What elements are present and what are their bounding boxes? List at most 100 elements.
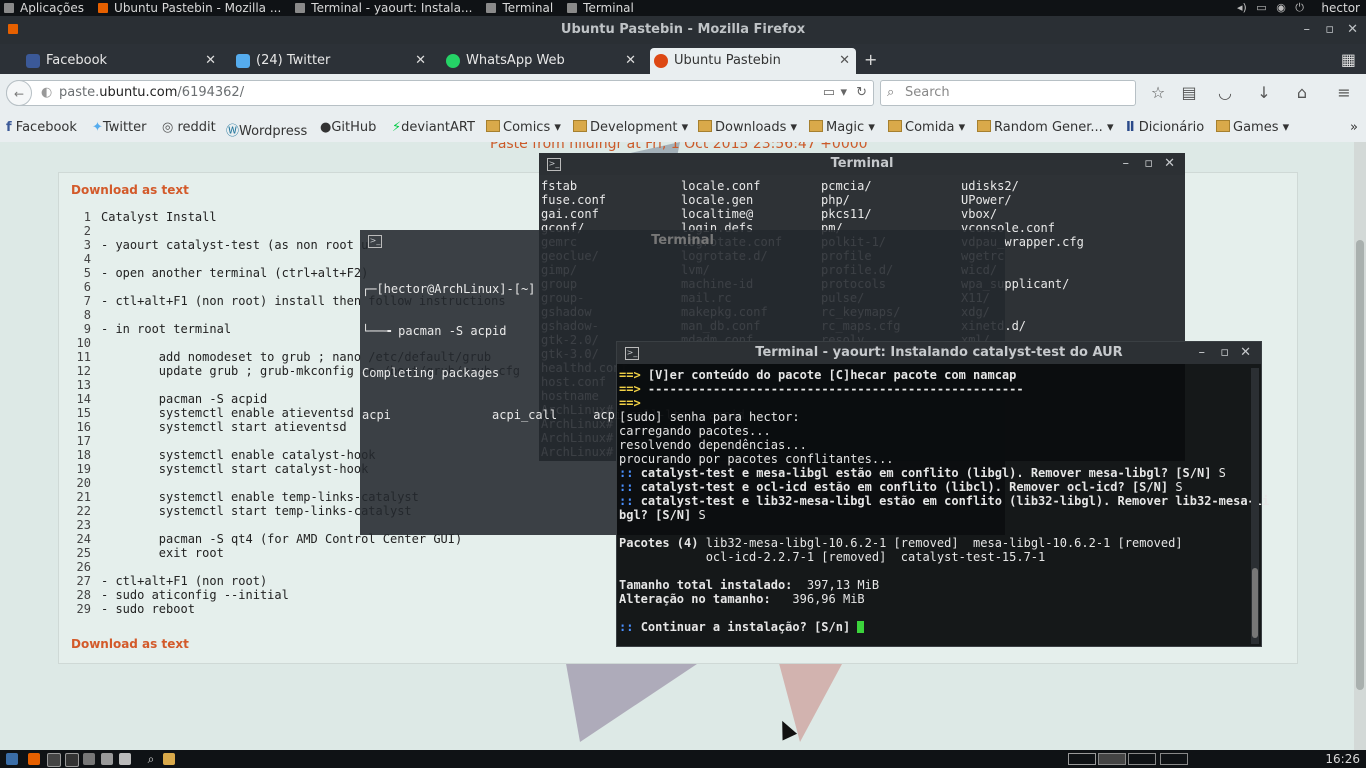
apps-menu[interactable]: Aplicações [0, 0, 84, 16]
taskbar-item-terminal-1[interactable]: Terminal [482, 0, 553, 16]
notes-launcher-icon[interactable] [119, 753, 131, 765]
tab-list-icon[interactable]: ▦ [1341, 50, 1356, 69]
site-info-icon[interactable]: ◐ [41, 81, 52, 105]
bookmark-star-icon[interactable]: ☆ [1148, 83, 1168, 103]
line-number: 6 [83, 280, 91, 294]
page-scrollbar[interactable] [1354, 142, 1366, 750]
home-icon[interactable]: ⌂ [1292, 83, 1312, 103]
bookmark-github[interactable]: ●GitHub [320, 120, 376, 135]
volume-icon[interactable]: ◂) [1237, 1, 1247, 14]
download-as-text-link[interactable]: Download as text [71, 183, 189, 197]
folder-icon [888, 120, 902, 132]
reader-view-icon[interactable]: ▭ [823, 81, 835, 105]
tab-whatsapp[interactable]: WhatsApp Web ✕ [442, 48, 642, 74]
tab-strip: Facebook ✕ (24) Twitter ✕ WhatsApp Web ✕ Ub… [0, 44, 1366, 74]
terminal-icon [486, 3, 497, 13]
tab-ubuntu-pastebin[interactable]: Ubuntu Pastebin ✕ [650, 48, 856, 74]
user-menu[interactable]: hector [1321, 0, 1360, 16]
close-tab-icon[interactable]: ✕ [415, 48, 426, 74]
folder-icon[interactable] [163, 753, 175, 765]
line-number: 25 [76, 546, 91, 560]
bookmark-folder-comics[interactable]: Comics ▾ [486, 120, 561, 135]
editor-launcher-icon[interactable] [101, 753, 113, 765]
network-icon[interactable]: ◉ [1276, 1, 1286, 14]
close-button[interactable]: ✕ [1240, 342, 1251, 364]
terminal-icon: >_ [625, 347, 639, 360]
firefox-launcher-icon[interactable] [28, 753, 40, 765]
scrollbar-thumb[interactable] [1356, 240, 1364, 690]
bookmark-dicionario[interactable]: Ⅱ Dicionário [1126, 120, 1204, 135]
menu-icon[interactable]: ≡ [1334, 83, 1354, 103]
minimize-button[interactable]: – [1199, 342, 1206, 364]
dropdown-icon[interactable]: ▾ [840, 81, 847, 105]
terminal-entry: udisks2/ [961, 179, 1019, 193]
ubuntu-icon [654, 54, 668, 68]
close-button[interactable]: ✕ [1164, 153, 1175, 175]
reddit-icon: ◎ [162, 120, 174, 135]
reading-list-icon[interactable]: ▤ [1179, 83, 1199, 103]
taskbar-item-firefox[interactable]: Ubuntu Pastebin - Mozilla ... [94, 0, 281, 16]
search-input[interactable]: ⌕ Search [880, 80, 1136, 106]
maximize-button[interactable]: ▫ [1144, 153, 1153, 175]
terminal-launcher-icon[interactable] [47, 753, 61, 767]
bookmark-folder-development[interactable]: Development ▾ [573, 120, 688, 135]
show-desktop-icon[interactable] [6, 753, 18, 765]
close-tab-icon[interactable]: ✕ [625, 48, 636, 74]
terminal-scrollbar[interactable] [1251, 368, 1259, 644]
clock: 16:26 [1325, 752, 1360, 766]
workspace-2[interactable] [1098, 753, 1126, 765]
taskbar-item-terminal-yaourt[interactable]: Terminal - yaourt: Instala... [291, 0, 472, 16]
downloads-icon[interactable]: ↓ [1254, 83, 1274, 103]
maximize-button[interactable]: ▫ [1325, 16, 1334, 44]
bookmark-reddit[interactable]: ◎ reddit [162, 120, 216, 135]
bookmark-facebook[interactable]: f Facebook [6, 120, 77, 135]
bookmark-folder-downloads[interactable]: Downloads ▾ [698, 120, 797, 135]
bookmark-folder-random[interactable]: Random Gener... ▾ [977, 120, 1113, 135]
taskbar-item-terminal-2[interactable]: Terminal [563, 0, 634, 16]
code-line: 28 - sudo aticonfig --initial [71, 588, 520, 602]
power-icon[interactable]: ⏻ [1295, 1, 1304, 14]
bookmarks-overflow-button[interactable]: » [1350, 120, 1358, 135]
terminal-launcher-icon[interactable] [65, 753, 79, 767]
url-bar[interactable]: ◐ paste.ubuntu.com/6194362/ ▭ ▾ ↻ [6, 80, 874, 106]
pocket-icon[interactable]: ◡ [1215, 83, 1235, 103]
terminal-titlebar: >_ Terminal – ▫ ✕ [539, 153, 1185, 175]
bookmark-folder-comida[interactable]: Comida ▾ [888, 120, 965, 135]
terminal-entry: php/ [821, 193, 850, 207]
workspace-1[interactable] [1068, 753, 1096, 765]
new-tab-button[interactable]: + [864, 50, 877, 69]
bookmark-wordpress[interactable]: ⓌWordpress [226, 120, 307, 139]
minimize-button[interactable]: – [1123, 153, 1130, 175]
tab-twitter[interactable]: (24) Twitter ✕ [232, 48, 432, 74]
files-launcher-icon[interactable] [83, 753, 95, 765]
bookmark-deviantart[interactable]: ⚡deviantART [392, 120, 475, 135]
line-number: 1 [83, 210, 91, 224]
back-button[interactable]: ← [6, 80, 32, 106]
bookmark-folder-magic[interactable]: Magic ▾ [809, 120, 875, 135]
terminal-titlebar: >_ Terminal [368, 233, 714, 248]
scrollbar-thumb[interactable] [1252, 568, 1258, 638]
close-tab-icon[interactable]: ✕ [205, 48, 216, 74]
download-as-text-link[interactable]: Download as text [71, 637, 189, 651]
terminal-icon [567, 3, 578, 13]
terminal-window-yaourt[interactable]: >_ Terminal - yaourt: Instalando catalys… [616, 341, 1269, 647]
github-icon: ● [320, 120, 332, 135]
close-button[interactable]: ✕ [1347, 16, 1358, 44]
search-icon[interactable]: ⌕ [145, 753, 157, 765]
bookmark-folder-games[interactable]: Games ▾ [1216, 120, 1289, 135]
tab-facebook[interactable]: Facebook ✕ [22, 48, 222, 74]
workspace-3[interactable] [1128, 753, 1156, 765]
terminal-entry: pkcs11/ [821, 207, 872, 221]
terminal-line: fuse.conf locale.gen php/UPower/ [541, 193, 1101, 207]
close-tab-icon[interactable]: ✕ [839, 48, 850, 74]
minimize-button[interactable]: – [1304, 16, 1311, 44]
reload-icon[interactable]: ↻ [856, 81, 867, 105]
line-number: 27 [76, 574, 91, 588]
workspace-4[interactable] [1160, 753, 1188, 765]
bookmark-twitter[interactable]: ✦Twitter [92, 120, 146, 135]
firefox-titlebar: Ubuntu Pastebin - Mozilla Firefox – ▫ ✕ [0, 16, 1366, 44]
code-line: 27 - ctl+alt+F1 (non root) [71, 574, 520, 588]
maximize-button[interactable]: ▫ [1220, 342, 1229, 364]
apps-icon [4, 3, 14, 13]
battery-icon[interactable]: ▭ [1256, 1, 1266, 14]
